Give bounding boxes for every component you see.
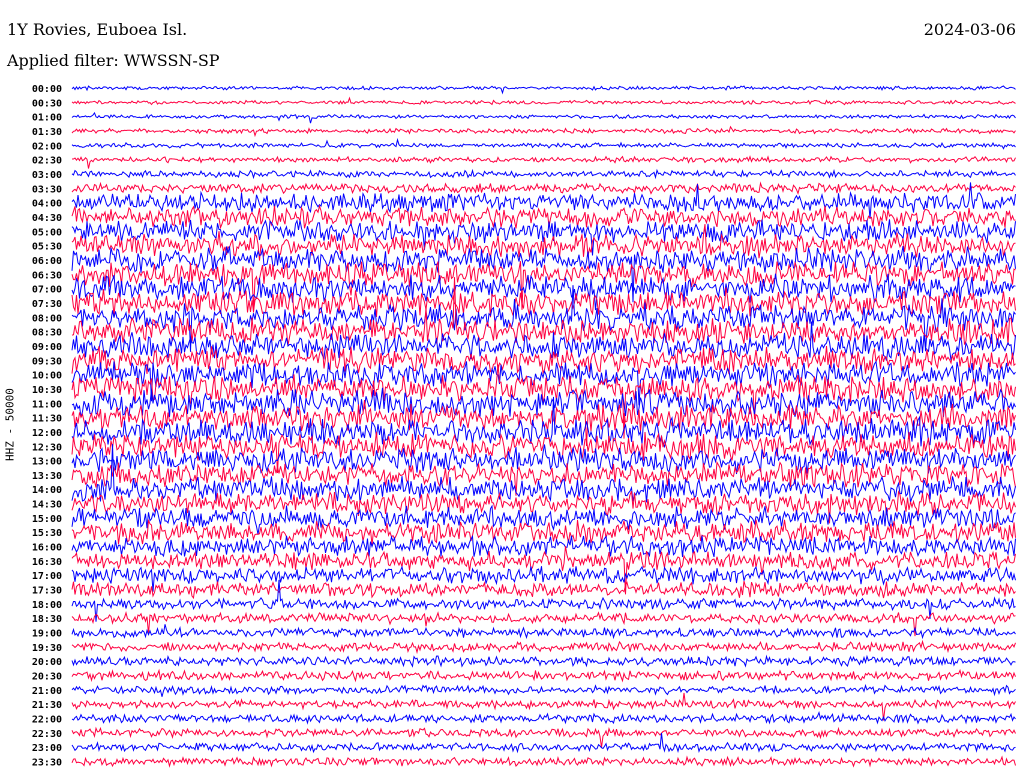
time-tick-label: 17:30 <box>32 586 62 597</box>
time-tick-label: 09:30 <box>32 356 62 367</box>
seismic-trace <box>71 654 1016 668</box>
time-tick-label: 00:30 <box>32 98 62 109</box>
time-tick-label: 12:00 <box>32 428 62 439</box>
time-tick-label: 19:30 <box>32 643 62 654</box>
time-tick-label: 05:00 <box>32 227 62 238</box>
time-tick-label: 11:30 <box>32 414 62 425</box>
seismic-trace <box>71 710 1016 725</box>
time-tick-label: 13:00 <box>32 457 62 468</box>
time-tick-label: 16:00 <box>32 543 62 554</box>
seismic-trace <box>71 504 1016 535</box>
time-tick-label: 19:00 <box>32 629 62 640</box>
time-tick-label: 14:30 <box>32 500 62 511</box>
seismic-trace <box>71 137 1016 150</box>
time-tick-label: 18:30 <box>32 614 62 625</box>
seismic-trace <box>71 168 1016 180</box>
time-tick-label: 13:30 <box>32 471 62 482</box>
seismic-trace <box>71 111 1016 124</box>
seismic-trace <box>71 580 1016 600</box>
seismic-trace <box>71 755 1016 768</box>
time-tick-label: 10:30 <box>32 385 62 396</box>
time-tick-label: 14:00 <box>32 485 62 496</box>
time-tick-label: 04:00 <box>32 199 62 210</box>
time-tick-label: 21:00 <box>32 686 62 697</box>
seismic-trace <box>71 204 1016 230</box>
seismic-trace <box>71 733 1016 754</box>
time-tick-label: 08:30 <box>32 328 62 339</box>
time-tick-label: 02:00 <box>32 141 62 152</box>
time-tick-label: 07:30 <box>32 299 62 310</box>
seismic-trace <box>71 683 1016 697</box>
seismic-trace <box>71 624 1016 640</box>
seismic-trace <box>72 155 1016 169</box>
time-tick-label: 23:00 <box>32 743 62 754</box>
time-tick-label: 00:00 <box>32 84 62 95</box>
time-tick-label: 23:30 <box>32 758 62 769</box>
seismic-trace <box>71 692 1016 721</box>
seismic-trace <box>71 181 1016 196</box>
time-tick-label: 01:00 <box>32 113 62 124</box>
time-tick-label: 07:00 <box>32 285 62 296</box>
seismic-trace <box>71 125 1016 138</box>
time-tick-label: 18:00 <box>32 600 62 611</box>
helicorder-plot: 00:00 00:30 01:00 01:30 02:00 02:30 03:00 03:30… <box>32 84 1016 769</box>
seismic-trace <box>71 96 1016 106</box>
time-tick-label: 21:30 <box>32 700 62 711</box>
time-tick-label: 06:00 <box>32 256 62 267</box>
time-tick-label: 15:00 <box>32 514 62 525</box>
time-tick-label: 20:30 <box>32 672 62 683</box>
time-tick-label: 08:00 <box>32 313 62 324</box>
time-tick-label: 04:30 <box>32 213 62 224</box>
seismic-trace <box>71 85 1016 95</box>
time-tick-label: 01:30 <box>32 127 62 138</box>
time-tick-label: 22:00 <box>32 715 62 726</box>
time-tick-label: 03:30 <box>32 184 62 195</box>
time-tick-label: 15:30 <box>32 528 62 539</box>
time-tick-label: 06:30 <box>32 270 62 281</box>
seismic-trace <box>71 668 1016 683</box>
time-tick-label: 10:00 <box>32 371 62 382</box>
time-tick-label: 09:00 <box>32 342 62 353</box>
time-tick-label: 02:30 <box>32 156 62 167</box>
time-tick-label: 03:00 <box>32 170 62 181</box>
seismic-trace <box>71 639 1016 655</box>
time-tick-label: 12:30 <box>32 442 62 453</box>
time-tick-label: 16:30 <box>32 557 62 568</box>
time-tick-label: 20:00 <box>32 657 62 668</box>
time-tick-label: 22:30 <box>32 729 62 740</box>
time-tick-label: 11:00 <box>32 399 62 410</box>
time-tick-label: 05:30 <box>32 242 62 253</box>
time-tick-label: 17:00 <box>32 571 62 582</box>
